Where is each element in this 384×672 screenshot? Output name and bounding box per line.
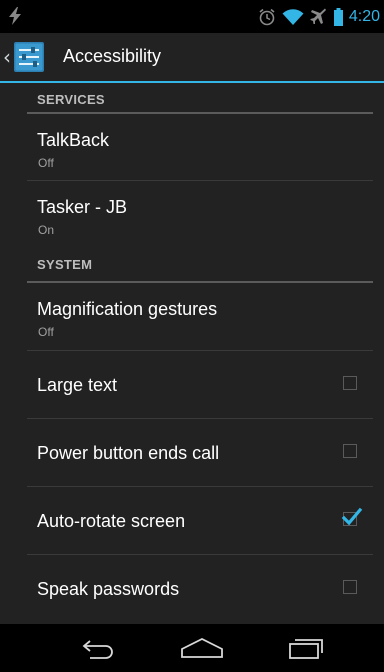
setting-summary: Off [38, 156, 54, 170]
wifi-icon [282, 8, 304, 25]
setting-label: TalkBack [37, 130, 110, 150]
setting-power-button-ends-call[interactable]: Power button ends call [27, 419, 373, 487]
setting-label: Power button ends call [37, 443, 220, 463]
back-icon [82, 640, 113, 659]
auto-rotate-screen-checkbox[interactable] [341, 507, 363, 526]
setting-tasker-jb[interactable]: Tasker - JB On [27, 181, 373, 248]
back-button[interactable] [50, 624, 146, 672]
power-button-ends-call-checkbox[interactable] [343, 444, 357, 458]
status-bar: 4:20 [0, 0, 384, 33]
navigation-bar [0, 624, 384, 672]
setting-magnification-gestures[interactable]: Magnification gestures Off [27, 283, 373, 351]
settings-list: SERVICES TalkBack Off Tasker - JB On SYS… [0, 83, 384, 623]
settings-sliders-icon [14, 42, 44, 72]
alarm-icon [259, 8, 275, 25]
recents-button[interactable] [258, 624, 354, 672]
section-header-services: SERVICES [27, 83, 373, 114]
up-navigation-button[interactable]: ‹ [0, 33, 50, 81]
setting-summary: On [38, 223, 55, 237]
setting-label: Auto-rotate screen [37, 511, 186, 531]
airplane-icon [310, 8, 326, 24]
battery-icon [333, 7, 343, 26]
home-button[interactable] [154, 624, 250, 672]
checkmark-icon [341, 507, 363, 526]
speak-passwords-checkbox[interactable] [343, 580, 357, 594]
setting-speak-passwords[interactable]: Speak passwords [27, 555, 373, 623]
section-header-label: SYSTEM [37, 257, 93, 272]
setting-label: Speak passwords [37, 579, 180, 599]
section-header-label: SERVICES [37, 92, 105, 107]
large-text-checkbox[interactable] [343, 376, 357, 390]
setting-label: Magnification gestures [37, 299, 218, 319]
setting-summary: Off [38, 325, 54, 339]
setting-talkback[interactable]: TalkBack Off [27, 114, 373, 181]
home-icon [181, 637, 223, 658]
recents-icon [289, 639, 323, 659]
section-header-system: SYSTEM [27, 248, 373, 283]
chevron-left-icon: ‹ [3, 45, 11, 69]
setting-large-text[interactable]: Large text [27, 351, 373, 419]
status-time: 4:20 [348, 7, 380, 25]
page-title: Accessibility [63, 46, 162, 66]
charging-bolt-icon [9, 7, 21, 25]
setting-label: Large text [37, 375, 118, 395]
action-bar: ‹ Accessibility [0, 33, 384, 83]
setting-auto-rotate-screen[interactable]: Auto-rotate screen [27, 487, 373, 555]
setting-label: Tasker - JB [37, 197, 128, 217]
